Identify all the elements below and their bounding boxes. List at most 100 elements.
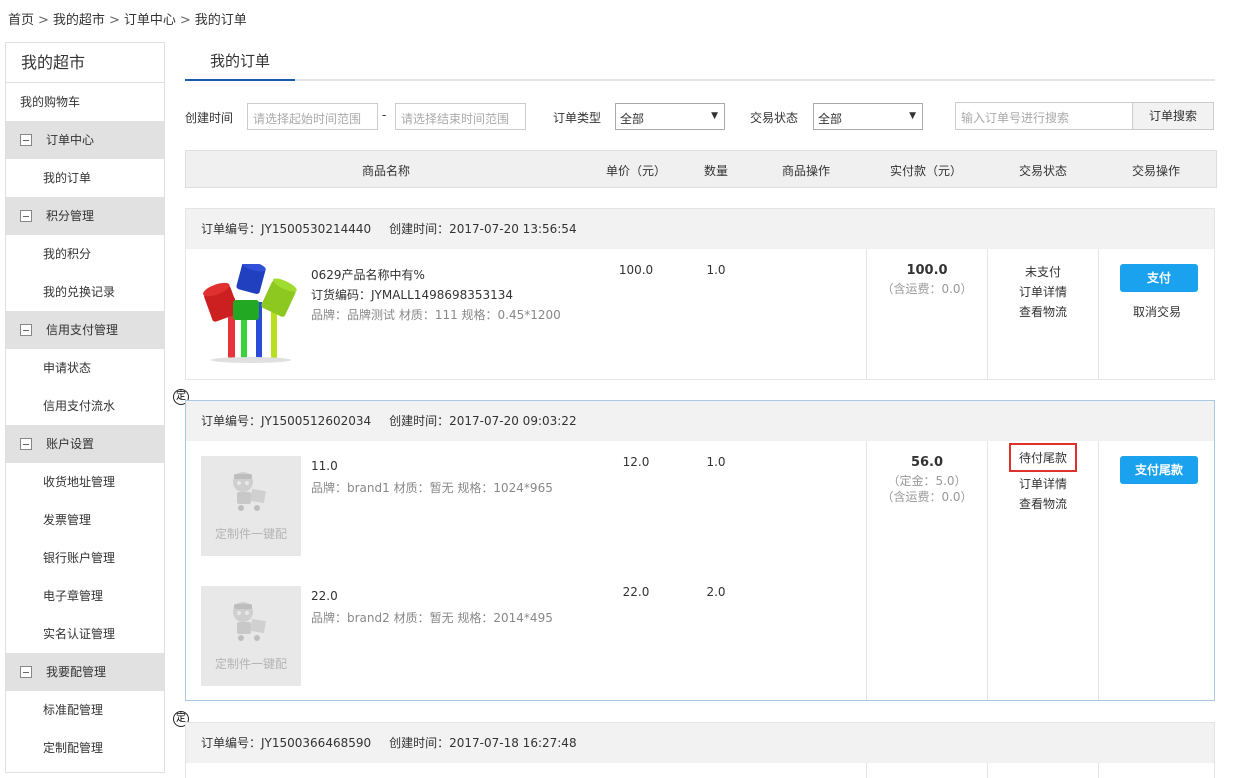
sidebar-item-apply-status[interactable]: 申请状态 xyxy=(6,349,164,387)
tab-my-orders[interactable]: 我的订单 xyxy=(185,44,295,81)
column-divider xyxy=(866,763,867,778)
column-header-product-name: 商品名称 xyxy=(361,164,410,178)
column-header-quantity: 数量 xyxy=(703,164,728,178)
quantity: 1.0 xyxy=(706,455,726,469)
sidebar-group-label: 积分管理 xyxy=(46,209,95,223)
end-date-input[interactable]: 请选择结束时间范围 xyxy=(395,103,526,130)
sidebar-item-my-orders[interactable]: 我的订单 xyxy=(6,159,164,197)
filter-bar: 创建时间 请选择起始时间范围 - 请选择结束时间范围 订单类型 全部 ▼ 交易状态… xyxy=(185,102,1215,130)
order-body: 0629产品名称中有% 订货编码：JYMALL1498698353134 品牌：… xyxy=(186,249,1214,380)
column-divider xyxy=(1098,763,1099,778)
unit-price: 12.0 xyxy=(622,455,650,469)
paid-amount: 100.0 xyxy=(906,263,948,278)
pay-balance-button[interactable]: 支付尾款 xyxy=(1120,456,1198,484)
sidebar: 我的超市 我的购物车 订单中心 我的订单 积分管理 我的积分 我的兑换记录 信用… xyxy=(5,42,165,773)
order-type-label: 订单类型 xyxy=(553,111,602,125)
sidebar-group-config[interactable]: 我要配管理 xyxy=(6,653,164,691)
pay-button[interactable]: 支付 xyxy=(1120,264,1198,292)
order-number: 订单编号：JY1500366468590 xyxy=(201,736,372,750)
sidebar-item-exchange-records[interactable]: 我的兑换记录 xyxy=(6,273,164,311)
create-time-label: 创建时间 xyxy=(185,111,234,125)
view-logistics-link[interactable]: 查看物流 xyxy=(988,495,1098,512)
sidebar-item-custom-config[interactable]: 定制配管理 xyxy=(6,729,164,767)
product-code: 订货编码：JYMALL1498698353134 xyxy=(311,288,514,302)
quantity: 1.0 xyxy=(706,263,726,277)
sidebar-group-points[interactable]: 积分管理 xyxy=(6,197,164,235)
placeholder-caption: 定制件一键配 xyxy=(214,527,287,541)
sidebar-title: 我的超市 xyxy=(6,43,164,83)
sidebar-group-credit[interactable]: 信用支付管理 xyxy=(6,311,164,349)
status-badge: 未支付 xyxy=(1024,265,1061,279)
freight-note: （含运费：0.0） xyxy=(881,490,973,504)
order-detail-link[interactable]: 订单详情 xyxy=(988,283,1098,300)
sidebar-item-my-points[interactable]: 我的积分 xyxy=(6,235,164,273)
collapse-icon[interactable] xyxy=(20,210,32,222)
sidebar-item-e-seal[interactable]: 电子章管理 xyxy=(6,577,164,615)
product-name[interactable]: 0629产品名称中有% xyxy=(311,266,425,283)
freight-note: （含运费：0.0） xyxy=(881,282,973,296)
breadcrumb-separator: > xyxy=(108,13,120,28)
order-search-input[interactable]: 输入订单号进行搜索 xyxy=(955,102,1133,130)
breadcrumb-my-market[interactable]: 我的超市 xyxy=(53,13,105,28)
start-date-input[interactable]: 请选择起始时间范围 xyxy=(247,103,378,130)
order-create-time: 创建时间：2017-07-18 16:27:48 xyxy=(389,736,577,750)
order-detail-link[interactable]: 订单详情 xyxy=(988,475,1098,492)
product-name[interactable]: 22.0 xyxy=(311,589,338,603)
unit-price: 22.0 xyxy=(622,585,650,599)
breadcrumb-my-orders[interactable]: 我的订单 xyxy=(195,13,247,28)
collapse-icon[interactable] xyxy=(20,438,32,450)
breadcrumb-home[interactable]: 首页 xyxy=(8,13,34,28)
sidebar-group-label: 订单中心 xyxy=(46,133,95,147)
view-logistics-link[interactable]: 查看物流 xyxy=(988,303,1098,320)
sidebar-item-real-name[interactable]: 实名认证管理 xyxy=(6,615,164,653)
breadcrumb-separator: > xyxy=(179,13,191,28)
robot-mascot-icon xyxy=(233,602,266,641)
order-card: 订单编号：JY1500530214440 创建时间：2017-07-20 13:5… xyxy=(185,208,1215,380)
column-header-unit-price: 单价（元） xyxy=(605,164,666,178)
trade-status-label: 交易状态 xyxy=(750,111,799,125)
collapse-icon[interactable] xyxy=(20,666,32,678)
paint-cans-image xyxy=(203,261,297,363)
chevron-down-icon: ▼ xyxy=(909,111,916,121)
table-header: 商品名称 单价（元） 数量 商品操作 实付款（元） 交易状态 交易操作 xyxy=(185,150,1217,188)
deposit-note: （定金：5.0） xyxy=(887,474,967,488)
sidebar-group-order-center[interactable]: 订单中心 xyxy=(6,121,164,159)
breadcrumb-separator: > xyxy=(38,13,49,28)
product-image-placeholder[interactable]: 定制件一键配 xyxy=(201,586,301,686)
collapse-icon[interactable] xyxy=(20,134,32,146)
sidebar-item-standard-config[interactable]: 标准配管理 xyxy=(6,691,164,729)
trade-status-select[interactable]: 全部 ▼ xyxy=(813,103,923,130)
breadcrumb: 首页 > 我的超市 > 订单中心 > 我的订单 xyxy=(8,9,247,28)
sidebar-item-credit-flow[interactable]: 信用支付流水 xyxy=(6,387,164,425)
sidebar-item-cart[interactable]: 我的购物车 xyxy=(6,83,164,121)
status-text: 待付尾款 xyxy=(1008,443,1077,472)
tab-bar: 我的订单 xyxy=(185,44,1215,81)
breadcrumb-order-center[interactable]: 订单中心 xyxy=(124,13,176,28)
status-badge-highlighted: 待付尾款 xyxy=(988,443,1098,472)
order-type-value: 全部 xyxy=(620,112,645,126)
product-meta: 品牌：brand1 材质：暂无 规格：1024*965 xyxy=(311,481,553,495)
sidebar-item-address[interactable]: 收货地址管理 xyxy=(6,463,164,501)
quantity: 2.0 xyxy=(706,585,726,599)
column-header-trade-status: 交易状态 xyxy=(1018,164,1067,178)
sidebar-item-invoice[interactable]: 发票管理 xyxy=(6,501,164,539)
sidebar-group-label: 我要配管理 xyxy=(46,665,107,679)
order-search-button[interactable]: 订单搜索 xyxy=(1132,102,1214,130)
order-type-select[interactable]: 全部 ▼ xyxy=(615,103,725,130)
sidebar-group-account[interactable]: 账户设置 xyxy=(6,425,164,463)
order-create-time: 创建时间：2017-07-20 09:03:22 xyxy=(389,414,577,428)
order-number: 订单编号：JY1500512602034 xyxy=(201,414,372,428)
product-name[interactable]: 11.0 xyxy=(311,459,338,473)
placeholder-caption: 定制件一键配 xyxy=(214,657,287,671)
order-number: 订单编号：JY1500530214440 xyxy=(201,222,372,236)
product-image[interactable] xyxy=(201,261,301,364)
product-image-placeholder[interactable]: 定制件一键配 xyxy=(201,456,301,556)
robot-mascot-icon xyxy=(233,472,266,511)
sidebar-item-bank-account[interactable]: 银行账户管理 xyxy=(6,539,164,577)
column-divider xyxy=(1098,441,1099,700)
sidebar-group-label: 信用支付管理 xyxy=(46,323,119,337)
order-create-time: 创建时间：2017-07-20 13:56:54 xyxy=(389,222,577,236)
date-range-dash: - xyxy=(382,108,387,122)
cancel-trade-link[interactable]: 取消交易 xyxy=(1099,303,1215,320)
collapse-icon[interactable] xyxy=(20,324,32,336)
